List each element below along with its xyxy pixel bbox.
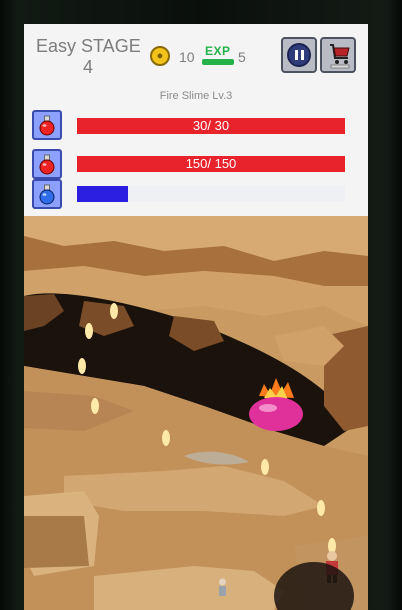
cave-scene[interactable] xyxy=(24,216,368,610)
player-hp-potion-button[interactable] xyxy=(32,149,62,179)
exp-icon-bar xyxy=(202,59,234,65)
pause-button[interactable] xyxy=(281,37,317,73)
stage-difficulty-label: Easy STAGE xyxy=(36,36,141,56)
exp-icon-label: EXP xyxy=(205,44,231,58)
pause-icon xyxy=(287,43,311,67)
exp-count: 5 xyxy=(238,49,246,65)
npc-figure xyxy=(219,578,226,596)
enemy-hp-bar: 30/ 30 xyxy=(77,118,345,134)
game-screen: Easy STAGE 4 ● 10 EXP 5 Fire Slime Lv.3 xyxy=(24,24,368,610)
red-potion-icon xyxy=(39,115,55,136)
mana-potion-button[interactable] xyxy=(32,179,62,209)
shopping-cart-icon xyxy=(330,44,350,69)
player-hp-text: 150/ 150 xyxy=(185,156,237,171)
hud-panel: Easy STAGE 4 ● 10 EXP 5 Fire Slime Lv.3 xyxy=(24,24,368,216)
coin-icon: ● xyxy=(150,46,170,66)
exp-icon: EXP xyxy=(202,44,236,68)
stage-number: 4 xyxy=(82,57,93,77)
enemy-name-label: Fire Slime Lv.3 xyxy=(159,90,233,102)
enemy-hp-text: 30/ 30 xyxy=(192,118,230,133)
cave-background xyxy=(24,216,368,610)
mana-bar-fill xyxy=(77,186,128,202)
shop-button[interactable] xyxy=(320,37,356,73)
coin-count: 10 xyxy=(179,49,195,65)
blue-potion-icon xyxy=(39,184,55,205)
mana-bar xyxy=(77,186,345,202)
player-hp-bar: 150/ 150 xyxy=(77,156,345,172)
red-potion-icon xyxy=(39,154,55,175)
enemy-hp-potion-button[interactable] xyxy=(32,110,62,140)
